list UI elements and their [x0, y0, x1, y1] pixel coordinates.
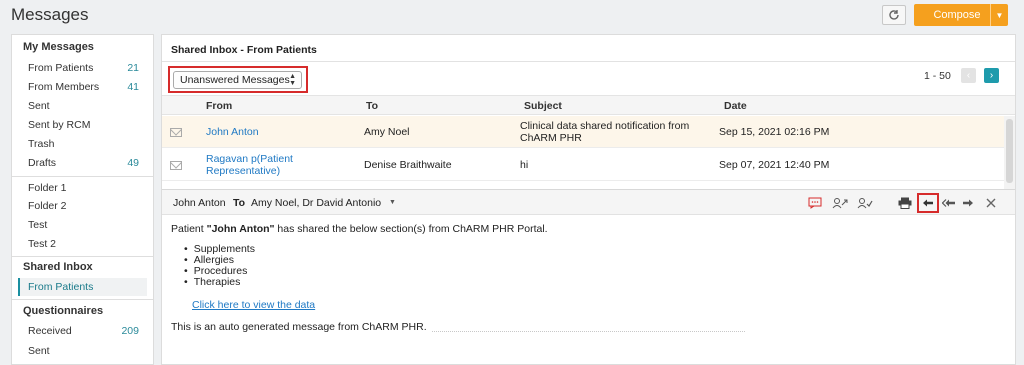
- sidebar-divider: [12, 256, 153, 257]
- footer-divider: [432, 331, 745, 332]
- row-from[interactable]: Ragavan p(Patient Representative): [206, 153, 326, 177]
- column-header-to[interactable]: To: [366, 100, 378, 112]
- reply-icon: [923, 199, 933, 207]
- preview-header: John Anton To Amy Noel, Dr David Antonio…: [162, 189, 1015, 215]
- refresh-button[interactable]: [882, 5, 906, 25]
- row-to: Denise Braithwaite: [364, 159, 452, 171]
- envelope-icon: [170, 128, 182, 137]
- preview-from: John Anton: [173, 197, 226, 209]
- view-data-link[interactable]: Click here to view the data: [192, 299, 315, 311]
- shared-sections-list: Supplements Allergies Procedures Therapi…: [184, 244, 255, 288]
- table-header: From To Subject Date: [162, 95, 1015, 115]
- sidebar-item-test[interactable]: Test: [18, 216, 147, 234]
- sidebar-item-drafts[interactable]: Drafts 49: [18, 154, 147, 172]
- patient-name: "John Anton": [206, 223, 275, 235]
- inbox-title: Shared Inbox - From Patients: [171, 44, 317, 56]
- reply-button[interactable]: [920, 195, 936, 211]
- close-icon: [986, 198, 996, 208]
- column-header-subject[interactable]: Subject: [524, 100, 562, 112]
- sidebar-item-from-patients[interactable]: From Patients 21: [18, 59, 147, 77]
- row-date: Sep 15, 2021 02:16 PM: [719, 126, 830, 138]
- pager-range: 1 - 50: [924, 70, 951, 82]
- sidebar-heading-my-messages: My Messages: [23, 41, 94, 53]
- recipients-dropdown-icon[interactable]: ▼: [389, 199, 396, 206]
- sidebar-item-questionnaire-sent[interactable]: Sent: [18, 342, 147, 360]
- sidebar: My Messages From Patients 21 From Members…: [11, 34, 154, 365]
- assign-icon: [832, 198, 848, 209]
- reply-all-button[interactable]: [941, 195, 957, 211]
- print-icon: [898, 197, 912, 209]
- compose-label: Compose: [933, 9, 981, 21]
- mark-button[interactable]: [857, 195, 873, 211]
- sidebar-heading-shared-inbox: Shared Inbox: [23, 261, 93, 273]
- reply-all-icon: [942, 199, 955, 207]
- envelope-icon: [170, 161, 182, 170]
- close-button[interactable]: [983, 195, 999, 211]
- next-page-button[interactable]: ›: [984, 68, 999, 83]
- row-subject: hi: [520, 159, 529, 171]
- list-scrollbar-thumb[interactable]: [1006, 119, 1013, 183]
- filter-value: Unanswered Messages: [180, 74, 290, 86]
- sidebar-divider: [12, 176, 153, 177]
- sidebar-item-received[interactable]: Received 209: [18, 322, 147, 340]
- column-header-from[interactable]: From: [206, 100, 232, 112]
- sidebar-item-shared-from-patients[interactable]: From Patients: [18, 278, 147, 296]
- message-intro: Patient "John Anton" has shared the belo…: [171, 223, 548, 235]
- table-row[interactable]: John Anton Amy Noel Clinical data shared…: [162, 116, 1004, 148]
- sidebar-item-test-2[interactable]: Test 2: [18, 235, 147, 253]
- select-arrows-icon: ▲ ▼: [289, 73, 296, 87]
- previous-page-button[interactable]: ‹: [961, 68, 976, 83]
- sidebar-item-folder-2[interactable]: Folder 2: [18, 197, 147, 215]
- chevron-right-icon: ›: [989, 70, 994, 81]
- row-date: Sep 07, 2021 12:40 PM: [719, 159, 830, 171]
- column-header-date[interactable]: Date: [724, 100, 747, 112]
- forward-icon: [963, 199, 973, 207]
- sidebar-heading-questionnaires: Questionnaires: [23, 305, 104, 317]
- message-footer: This is an auto generated message from C…: [171, 321, 427, 333]
- row-subject: Clinical data shared notification from C…: [520, 120, 690, 144]
- mark-icon: [857, 198, 873, 209]
- sidebar-item-from-members[interactable]: From Members 41: [18, 78, 147, 96]
- compose-button[interactable]: Compose ▼: [914, 4, 1008, 26]
- sidebar-divider: [12, 299, 153, 300]
- chat-icon: [808, 197, 822, 209]
- sidebar-item-sent[interactable]: Sent: [18, 97, 147, 115]
- compose-dropdown-icon[interactable]: ▼: [990, 4, 1008, 26]
- table-row[interactable]: Ragavan p(Patient Representative) Denise…: [162, 149, 1004, 181]
- preview-to-label: To: [233, 197, 246, 209]
- refresh-icon: [889, 10, 899, 20]
- chat-button[interactable]: [807, 195, 823, 211]
- top-bar: Messages Compose ▼: [0, 0, 1024, 33]
- row-from[interactable]: John Anton: [206, 126, 259, 138]
- sidebar-item-folder-1[interactable]: Folder 1: [18, 179, 147, 197]
- message-panel: Shared Inbox - From Patients Unanswered …: [161, 34, 1016, 365]
- header-divider: [162, 61, 1015, 62]
- chevron-left-icon: ‹: [966, 70, 971, 81]
- sidebar-item-trash[interactable]: Trash: [18, 135, 147, 153]
- row-to: Amy Noel: [364, 126, 410, 138]
- message-filter-select[interactable]: Unanswered Messages ▲ ▼: [173, 71, 302, 89]
- sidebar-item-sent-by-rcm[interactable]: Sent by RCM: [18, 116, 147, 134]
- forward-button[interactable]: [960, 195, 976, 211]
- print-button[interactable]: [897, 195, 913, 211]
- list-item: Therapies: [184, 277, 255, 288]
- page-title: Messages: [11, 5, 89, 24]
- assign-button[interactable]: [832, 195, 848, 211]
- filter-highlight: Unanswered Messages ▲ ▼: [168, 66, 308, 93]
- preview-recipients: Amy Noel, Dr David Antonio: [251, 197, 382, 209]
